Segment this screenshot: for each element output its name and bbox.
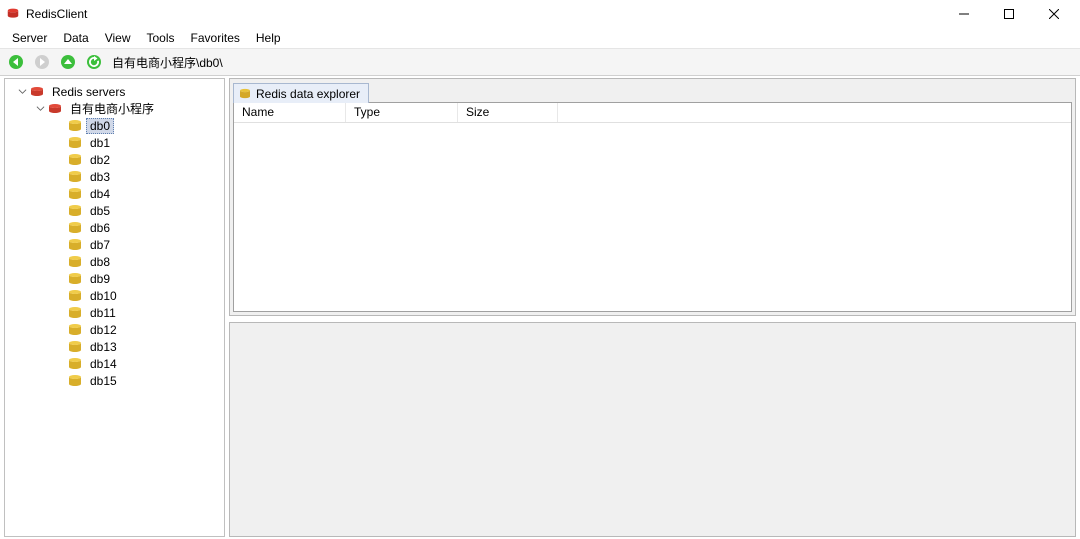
- tree-db-label: db3: [90, 170, 110, 184]
- window-title: RedisClient: [26, 7, 87, 21]
- tree-db-db14[interactable]: db14: [5, 355, 224, 372]
- app-icon: [6, 7, 20, 21]
- tree-db-label: db1: [90, 136, 110, 150]
- menu-data[interactable]: Data: [55, 29, 96, 47]
- chevron-down-icon[interactable]: [33, 102, 47, 116]
- database-icon: [67, 357, 83, 371]
- right-pane: Redis data explorer Name Type Size: [229, 78, 1076, 537]
- tree-db-label: db8: [90, 255, 110, 269]
- menu-tools[interactable]: Tools: [139, 29, 183, 47]
- database-icon: [67, 153, 83, 167]
- redis-icon: [47, 102, 63, 116]
- tree-db-db0[interactable]: db0: [5, 117, 224, 134]
- tree-db-label: db5: [90, 204, 110, 218]
- menu-server[interactable]: Server: [4, 29, 55, 47]
- tree-db-db13[interactable]: db13: [5, 338, 224, 355]
- refresh-button[interactable]: [82, 51, 106, 73]
- database-icon: [67, 204, 83, 218]
- tree-root-label: Redis servers: [52, 85, 125, 99]
- main-area: Redis servers 自有电商小程序 db0 db1 db2 db3 db4 db5…: [0, 76, 1080, 539]
- tree-db-db7[interactable]: db7: [5, 236, 224, 253]
- menu-bar: Server Data View Tools Favorites Help: [0, 28, 1080, 48]
- chevron-down-icon[interactable]: [15, 85, 29, 99]
- tree-db-db11[interactable]: db11: [5, 304, 224, 321]
- close-button[interactable]: [1031, 0, 1076, 28]
- tree-pane[interactable]: Redis servers 自有电商小程序 db0 db1 db2 db3 db4 db5…: [4, 78, 225, 537]
- database-icon: [67, 221, 83, 235]
- tree-db-label: db10: [90, 289, 117, 303]
- tree-db-label: db11: [90, 306, 116, 320]
- tree-server[interactable]: 自有电商小程序: [5, 100, 224, 117]
- tree-db-db3[interactable]: db3: [5, 168, 224, 185]
- nav-back-button[interactable]: [4, 51, 28, 73]
- tree-db-label: db4: [90, 187, 110, 201]
- tree-db-label: db6: [90, 221, 110, 235]
- table-header: Name Type Size: [234, 103, 1071, 123]
- database-icon: [67, 255, 83, 269]
- tree-db-label: db15: [90, 374, 117, 388]
- tree-db-db5[interactable]: db5: [5, 202, 224, 219]
- maximize-button[interactable]: [986, 0, 1031, 28]
- nav-forward-button[interactable]: [30, 51, 54, 73]
- tree-root[interactable]: Redis servers: [5, 83, 224, 100]
- tree-db-db2[interactable]: db2: [5, 151, 224, 168]
- tree-db-db9[interactable]: db9: [5, 270, 224, 287]
- database-icon: [67, 323, 83, 337]
- tree-db-label: db9: [90, 272, 110, 286]
- tree-db-label: db7: [90, 238, 110, 252]
- database-icon: [67, 187, 83, 201]
- tree-db-db10[interactable]: db10: [5, 287, 224, 304]
- breadcrumb: 自有电商小程序\db0\: [112, 54, 223, 71]
- toolbar: 自有电商小程序\db0\: [0, 48, 1080, 76]
- detail-panel: [229, 322, 1076, 537]
- tree-server-label: 自有电商小程序: [70, 102, 154, 116]
- col-name[interactable]: Name: [234, 103, 346, 122]
- tree-db-label: db13: [90, 340, 117, 354]
- tree-db-db1[interactable]: db1: [5, 134, 224, 151]
- tab-label: Redis data explorer: [256, 87, 360, 101]
- tree-db-db15[interactable]: db15: [5, 372, 224, 389]
- database-icon: [67, 374, 83, 388]
- database-icon: [67, 119, 83, 133]
- database-icon: [67, 306, 83, 320]
- tree-db-label: db2: [90, 153, 110, 167]
- database-icon: [67, 272, 83, 286]
- col-type[interactable]: Type: [346, 103, 458, 122]
- nav-up-button[interactable]: [56, 51, 80, 73]
- tree-db-db12[interactable]: db12: [5, 321, 224, 338]
- database-icon: [238, 88, 252, 100]
- tree-db-db4[interactable]: db4: [5, 185, 224, 202]
- database-icon: [67, 340, 83, 354]
- redis-icon: [29, 85, 45, 99]
- tree-db-db6[interactable]: db6: [5, 219, 224, 236]
- col-size[interactable]: Size: [458, 103, 558, 122]
- database-icon: [67, 170, 83, 184]
- tree-db-db8[interactable]: db8: [5, 253, 224, 270]
- tab-strip: Redis data explorer: [233, 82, 1072, 102]
- database-icon: [67, 136, 83, 150]
- menu-help[interactable]: Help: [248, 29, 289, 47]
- explorer-panel: Redis data explorer Name Type Size: [229, 78, 1076, 316]
- title-bar: RedisClient: [0, 0, 1080, 28]
- tree-db-label: db0: [90, 119, 110, 133]
- tree-db-label: db12: [90, 323, 117, 337]
- tree-db-label: db14: [90, 357, 117, 371]
- minimize-button[interactable]: [941, 0, 986, 28]
- tab-data-explorer[interactable]: Redis data explorer: [233, 83, 369, 103]
- database-icon: [67, 238, 83, 252]
- menu-favorites[interactable]: Favorites: [183, 29, 248, 47]
- menu-view[interactable]: View: [97, 29, 139, 47]
- data-table[interactable]: Name Type Size: [233, 102, 1072, 312]
- database-icon: [67, 289, 83, 303]
